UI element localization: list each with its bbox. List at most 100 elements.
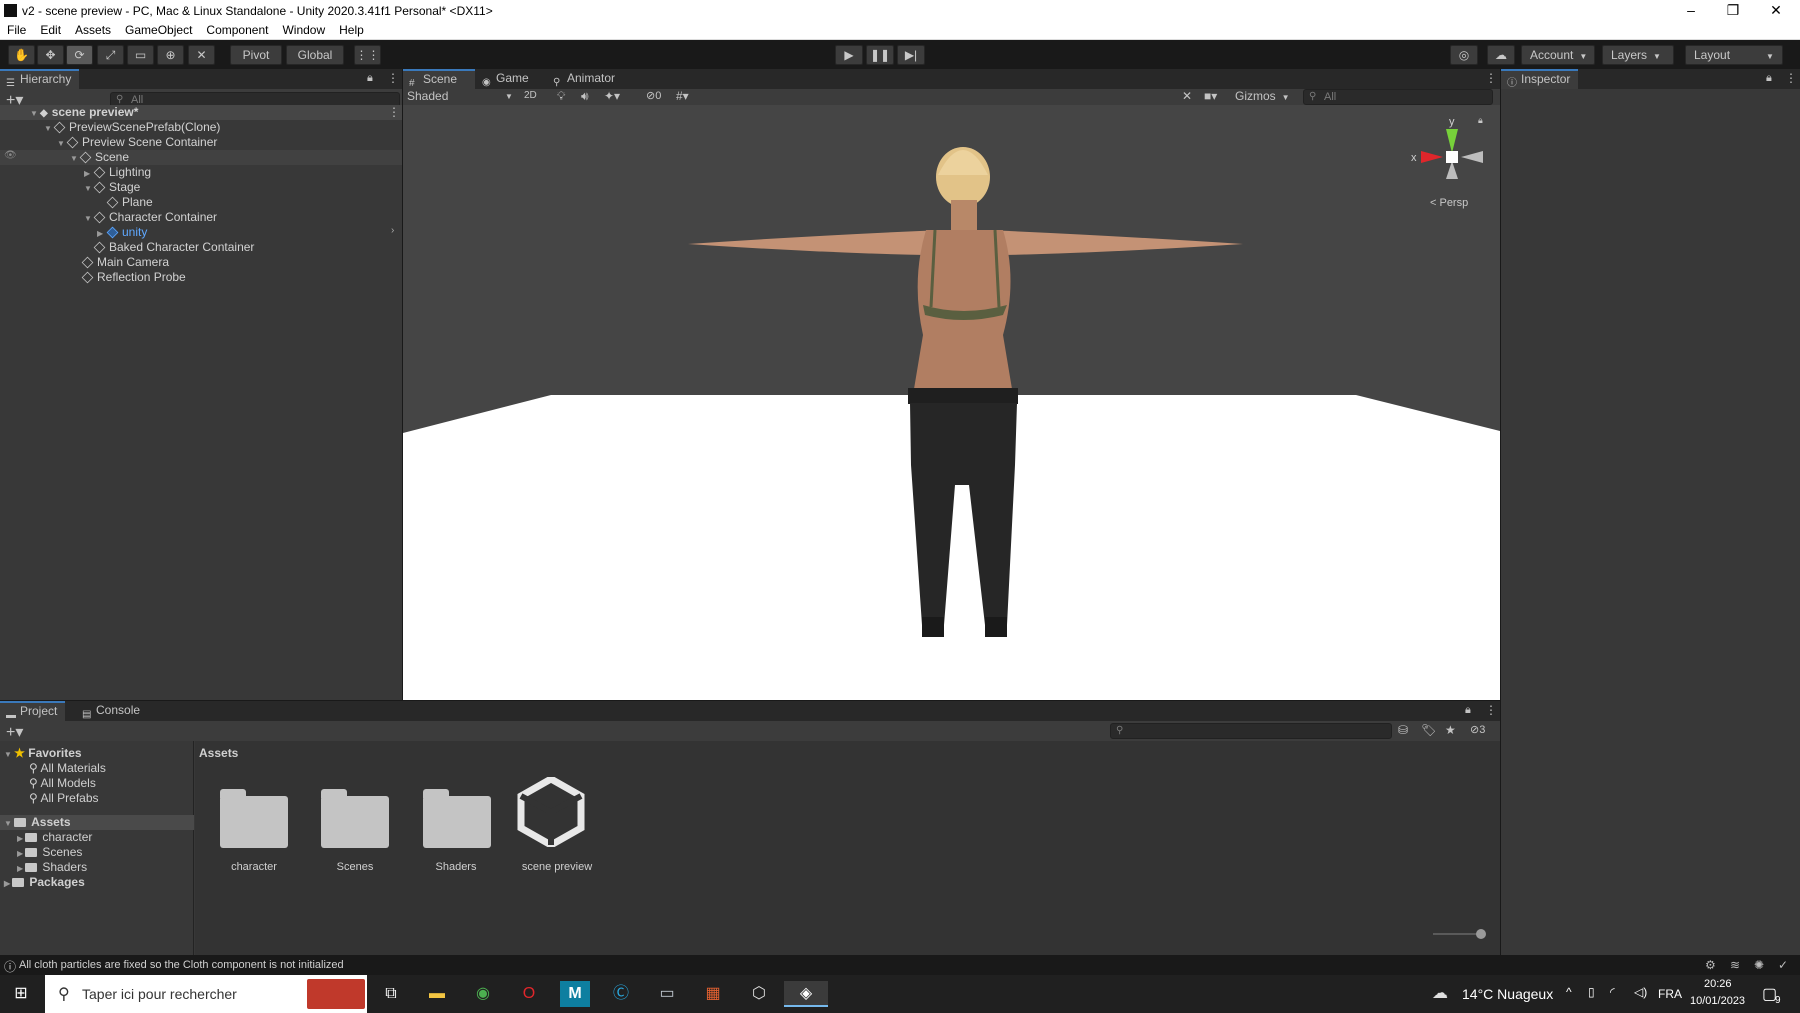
hierarchy-item[interactable]: Plane	[106, 195, 153, 210]
toggle-2d-button[interactable]: 2D	[524, 90, 537, 101]
asset-label[interactable]: Shaders	[406, 861, 506, 873]
menu-assets[interactable]: Assets	[68, 22, 118, 40]
lock-icon[interactable]: 🔒︎	[1465, 704, 1471, 717]
favorite-item[interactable]: ⚲ All Models	[29, 776, 96, 791]
folder-icon[interactable]	[220, 789, 288, 848]
clock-date[interactable]: 10/01/2023	[1690, 995, 1745, 1007]
clock-time[interactable]: 20:26	[1704, 978, 1732, 990]
draw-mode-dropdown[interactable]: Shaded ▼	[407, 89, 515, 105]
taskbar-search-input[interactable]: ⚲ Taper ici pour rechercher	[45, 975, 367, 1013]
menu-help[interactable]: Help	[332, 22, 371, 40]
wifi-icon[interactable]: ◜	[1610, 985, 1615, 999]
maya-icon[interactable]: M	[560, 981, 590, 1007]
asset-folder-item[interactable]: ▶ Scenes	[17, 845, 82, 860]
custom-tool-icon[interactable]: ✕	[188, 45, 215, 65]
chrome-icon[interactable]: ◉	[468, 981, 498, 1007]
layout-dropdown[interactable]: Layout ▼	[1685, 45, 1783, 65]
hierarchy-item[interactable]: ▼ Scene	[70, 150, 129, 165]
weather-text[interactable]: 14°C Nuageux	[1462, 986, 1553, 1002]
transform-tool-icon[interactable]: ⊕	[157, 45, 184, 65]
hidden-objects-toggle[interactable]: ⊘0	[646, 89, 661, 102]
tab-console[interactable]: ▤ Console	[76, 701, 148, 721]
favorites-node[interactable]: ▼ ★ Favorites	[4, 746, 82, 761]
hierarchy-item-prefab[interactable]: ▶ unity	[97, 225, 147, 240]
unity-scene-asset-icon[interactable]	[517, 777, 585, 847]
lock-icon[interactable]: 🔒︎	[1766, 72, 1772, 85]
effects-icon[interactable]: ✦▾	[604, 89, 620, 103]
tab-scene[interactable]: # Scene	[403, 69, 475, 89]
asset-label[interactable]: Scenes	[305, 861, 405, 873]
hierarchy-item[interactable]: Main Camera	[81, 255, 169, 270]
kebab-menu-icon[interactable]: ⋮	[1485, 71, 1497, 85]
tab-hierarchy[interactable]: ☰ Hierarchy	[0, 69, 80, 89]
menu-file[interactable]: File	[0, 22, 33, 40]
rect-tool-icon[interactable]: ▭	[127, 45, 154, 65]
lock-icon[interactable]: 🔒︎	[1478, 116, 1483, 126]
scene-root-item[interactable]: ▼ ◆ scene preview*	[30, 105, 138, 120]
hand-tool-icon[interactable]: ✋	[8, 45, 35, 65]
account-dropdown[interactable]: Account ▼	[1521, 45, 1595, 65]
packages-node[interactable]: ▶ Packages	[4, 875, 85, 890]
menu-gameobject[interactable]: GameObject	[118, 22, 199, 40]
kebab-menu-icon[interactable]: ⋮	[387, 71, 399, 85]
collab-icon[interactable]: ◎	[1450, 45, 1478, 65]
grid-toggle-icon[interactable]: #▾	[676, 89, 689, 103]
hierarchy-item[interactable]: Reflection Probe	[81, 270, 186, 285]
menu-window[interactable]: Window	[275, 22, 332, 40]
asset-label[interactable]: character	[204, 861, 304, 873]
close-button[interactable]: ✕	[1753, 0, 1799, 22]
debug-icon[interactable]: ⚙	[1705, 958, 1716, 972]
audio-icon[interactable]: 🔊︎	[581, 89, 589, 104]
pause-button[interactable]: ❚❚	[866, 45, 894, 65]
status-message[interactable]: All cloth particles are fixed so the Clo…	[19, 959, 344, 971]
cache-icon[interactable]: ≋	[1730, 958, 1740, 972]
snap-grid-icon[interactable]: ⋮⋮	[354, 45, 381, 65]
tab-inspector[interactable]: ⓘ Inspector	[1501, 69, 1579, 89]
scene-search-input[interactable]: ⚲ All	[1303, 89, 1493, 105]
zoom-slider-handle[interactable]	[1476, 929, 1486, 939]
add-icon[interactable]: +▾	[6, 722, 23, 742]
kebab-menu-icon[interactable]: ⋮	[1785, 71, 1797, 85]
kebab-menu-icon[interactable]: ⋮	[1485, 703, 1497, 717]
favorite-star-icon[interactable]: ★	[1445, 723, 1456, 737]
lock-icon[interactable]: 🔒︎	[367, 72, 373, 85]
asset-folder-item[interactable]: ▶ Shaders	[17, 860, 87, 875]
kebab-menu-icon[interactable]: ⋮	[388, 105, 400, 119]
visibility-eye-icon[interactable]: 👁︎	[4, 150, 17, 161]
maximize-button[interactable]: ❐	[1710, 0, 1756, 22]
chevron-right-icon[interactable]: ›	[391, 225, 394, 236]
tab-animator[interactable]: ⚲ Animator	[547, 69, 623, 89]
hidden-packages-toggle[interactable]: ⊘3	[1470, 723, 1485, 736]
hierarchy-item[interactable]: ▼ PreviewScenePrefab(Clone)	[44, 120, 220, 135]
chevron-up-icon[interactable]: ^	[1566, 985, 1572, 999]
unity-editor-icon[interactable]: ◈	[784, 981, 828, 1007]
hierarchy-item[interactable]: ▼ Preview Scene Container	[57, 135, 217, 150]
menu-component[interactable]: Component	[199, 22, 275, 40]
tab-game[interactable]: ◉ Game	[476, 69, 537, 89]
hierarchy-item[interactable]: ▼ Character Container	[84, 210, 217, 225]
project-search-input[interactable]: ⚲	[1110, 723, 1392, 739]
asset-label[interactable]: scene preview	[507, 861, 607, 873]
rotate-tool-icon[interactable]: ⟳	[66, 45, 93, 65]
hierarchy-item[interactable]: ▶ Lighting	[84, 165, 151, 180]
folder-icon[interactable]	[321, 789, 389, 848]
favorite-item[interactable]: ⚲ All Prefabs	[29, 791, 99, 806]
tools-icon[interactable]: ✕	[1182, 89, 1192, 103]
gizmos-dropdown[interactable]: Gizmos ▼	[1235, 89, 1290, 103]
hierarchy-item[interactable]: ▼ Stage	[84, 180, 140, 195]
archive-app-icon[interactable]: ▦	[698, 981, 728, 1007]
filter-label-icon[interactable]: 🏷︎	[1421, 723, 1436, 737]
play-button[interactable]: ▶	[835, 45, 863, 65]
scene-viewport[interactable]: y x < Persp 🔒︎	[403, 105, 1500, 700]
cloud-icon[interactable]: ☁	[1487, 45, 1515, 65]
layers-dropdown[interactable]: Layers ▼	[1602, 45, 1674, 65]
task-view-icon[interactable]: ⧉	[376, 981, 406, 1007]
menu-edit[interactable]: Edit	[33, 22, 68, 40]
language-indicator[interactable]: FRA	[1658, 987, 1682, 1001]
move-tool-icon[interactable]: ✥	[37, 45, 64, 65]
step-button[interactable]: ▶|	[897, 45, 925, 65]
lighting-icon[interactable]: 💡︎	[557, 89, 565, 104]
progress-icon[interactable]: ✓	[1778, 958, 1788, 972]
windows-start-icon[interactable]: ⊞	[6, 981, 36, 1007]
folder-icon[interactable]	[423, 789, 491, 848]
